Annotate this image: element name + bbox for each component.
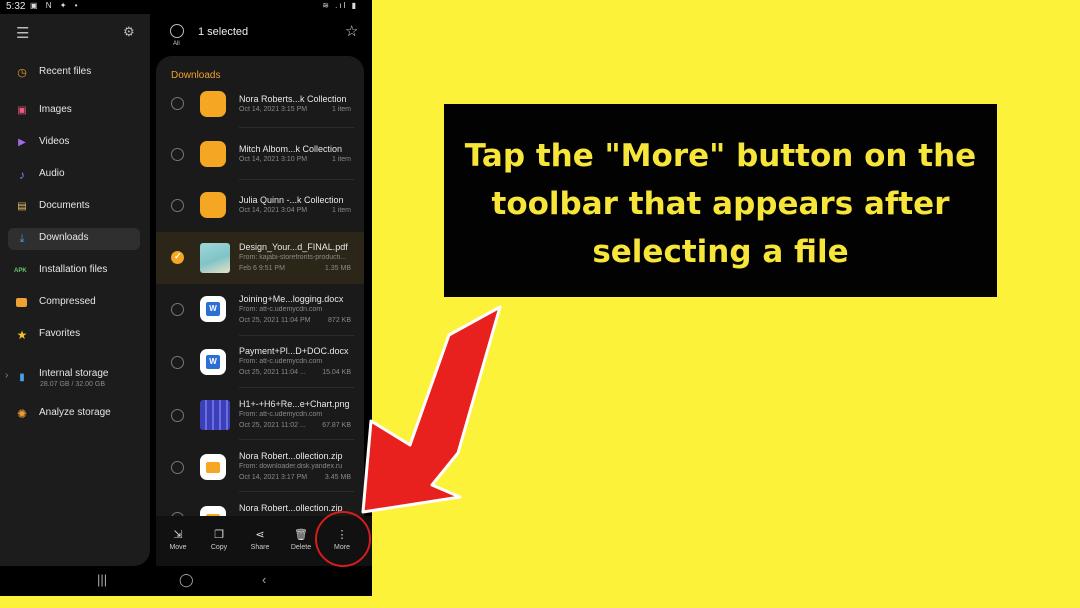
annotation-overlay xyxy=(315,305,502,567)
more-button-highlight-circle xyxy=(315,511,371,567)
red-arrow-pointer xyxy=(361,305,502,514)
